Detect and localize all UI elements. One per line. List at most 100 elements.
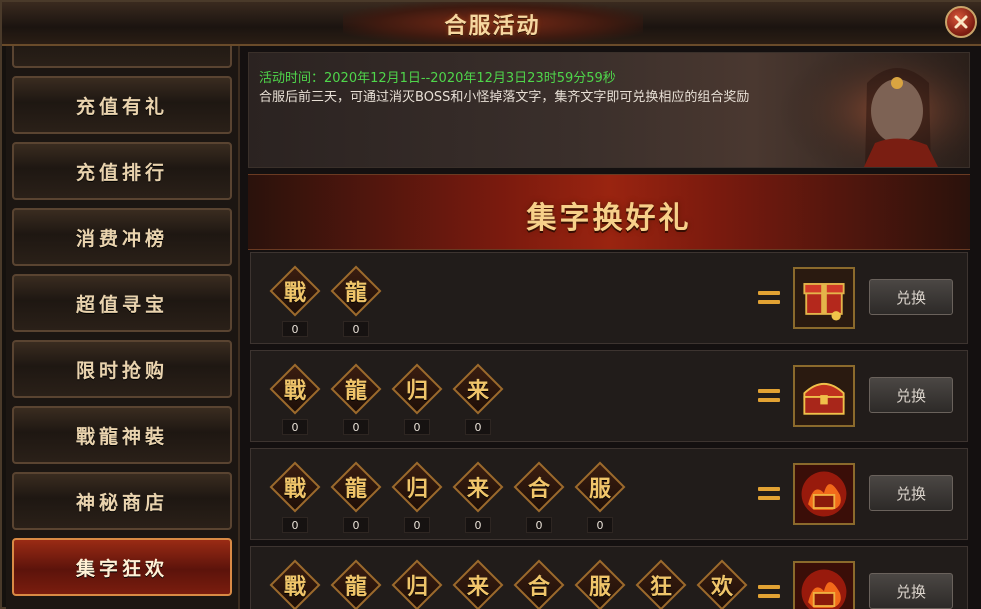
equals-icon: [758, 585, 780, 599]
exchange-row: 戰 龍 归 来 合 服 狂 欢 0 0 0 0 0 0 0 0: [250, 546, 968, 609]
sidebar-item-label: 集字狂欢: [75, 557, 168, 580]
word-char: 欢: [710, 575, 733, 600]
flaming-chest-icon: [795, 563, 853, 609]
flaming-chest-icon: [795, 465, 853, 523]
word-count: 0: [465, 517, 491, 533]
sidebar-item-dragon-gear[interactable]: 戰龍神裝: [12, 406, 232, 464]
red-gift-chest-icon: [795, 269, 853, 327]
word-tile: 狂: [635, 559, 687, 609]
word-tile: 来: [452, 363, 504, 415]
word-char: 戰: [283, 281, 306, 306]
word-char: 龍: [344, 379, 367, 404]
sidebar-item-mystery-shop[interactable]: 神秘商店: [12, 472, 232, 530]
word-tile: 龍: [330, 363, 382, 415]
reward-item[interactable]: [793, 463, 855, 525]
word-char: 服: [588, 477, 611, 502]
sidebar-item-collect-words[interactable]: 集字狂欢: [12, 538, 232, 596]
word-tile: 来: [452, 559, 504, 609]
exchange-button-label: 兑换: [895, 484, 926, 503]
close-button[interactable]: [945, 6, 977, 38]
word-tile: 欢: [696, 559, 748, 609]
word-char: 服: [588, 575, 611, 600]
golden-treasure-chest-icon: [795, 367, 853, 425]
word-char: 来: [466, 379, 489, 404]
event-window: 合服活动 充值有礼 充值排行 消费冲榜 超值寻宝 限时抢购 戰龍神裝 神秘商店 …: [0, 0, 981, 609]
sidebar-item-flash-sale[interactable]: 限时抢购: [12, 340, 232, 398]
exchange-button[interactable]: 兑换: [869, 573, 953, 609]
title-plate: 合服活动: [342, 2, 643, 44]
exchange-button-label: 兑换: [895, 582, 926, 601]
section-title: 集字换好礼: [526, 201, 692, 236]
word-tile: 戰: [269, 363, 321, 415]
exchange-button[interactable]: 兑换: [869, 377, 953, 413]
close-icon: [954, 15, 968, 29]
sidebar-item-label: 戰龍神裝: [75, 425, 168, 448]
word-count: 0: [404, 517, 430, 533]
word-char: 狂: [649, 575, 672, 600]
exchange-button-label: 兑换: [895, 386, 926, 405]
word-count: 0: [465, 419, 491, 435]
exchange-row: 戰 龍 归 来 合 服 0 0 0 0 0 0 兑换: [250, 448, 968, 540]
reward-item[interactable]: [793, 267, 855, 329]
word-count: 0: [404, 419, 430, 435]
sidebar-item-partial[interactable]: [12, 46, 232, 68]
word-tile: 服: [574, 461, 626, 513]
word-char: 戰: [283, 477, 306, 502]
word-char: 来: [466, 575, 489, 600]
sidebar-item-label: 充值排行: [75, 161, 168, 184]
exchange-button-label: 兑换: [895, 288, 926, 307]
word-tile: 来: [452, 461, 504, 513]
word-tile: 龍: [330, 461, 382, 513]
word-count: 0: [343, 321, 369, 337]
word-char: 归: [405, 477, 428, 502]
section-header: 集字换好礼: [248, 174, 970, 250]
sidebar: 充值有礼 充值排行 消费冲榜 超值寻宝 限时抢购 戰龍神裝 神秘商店 集字狂欢: [6, 46, 240, 609]
sidebar-item-label: 消费冲榜: [75, 227, 168, 250]
event-time: 活动时间：2020年12月1日--2020年12月3日23时59分59秒: [259, 71, 616, 86]
sidebar-item-recharge-rank[interactable]: 充值排行: [12, 142, 232, 200]
sidebar-item-label: 神秘商店: [75, 491, 168, 514]
word-tile: 归: [391, 461, 443, 513]
main-content: 活动时间：2020年12月1日--2020年12月3日23时59分59秒 合服后…: [240, 46, 981, 609]
sidebar-item-treasure-hunt[interactable]: 超值寻宝: [12, 274, 232, 332]
exchange-button[interactable]: 兑换: [869, 279, 953, 315]
word-char: 龍: [344, 281, 367, 306]
word-char: 龍: [344, 477, 367, 502]
exchange-button[interactable]: 兑换: [869, 475, 953, 511]
sidebar-item-spend-rank[interactable]: 消费冲榜: [12, 208, 232, 266]
exchange-row: 戰 龍 归 来 0 0 0 0 兑换: [250, 350, 968, 442]
word-tile: 合: [513, 559, 565, 609]
sidebar-item-label: 限时抢购: [75, 359, 168, 382]
equals-icon: [758, 487, 780, 501]
word-tile: 合: [513, 461, 565, 513]
equals-icon: [758, 291, 780, 305]
equals-icon: [758, 389, 780, 403]
reward-item[interactable]: [793, 365, 855, 427]
word-char: 归: [405, 575, 428, 600]
word-tile: 归: [391, 559, 443, 609]
word-tile: 归: [391, 363, 443, 415]
reward-item[interactable]: [793, 561, 855, 609]
word-tile: 戰: [269, 461, 321, 513]
window-title: 合服活动: [444, 14, 541, 39]
word-tile: 戰: [269, 559, 321, 609]
sidebar-item-recharge-gift[interactable]: 充值有礼: [12, 76, 232, 134]
word-count: 0: [343, 517, 369, 533]
word-char: 来: [466, 477, 489, 502]
heroine-portrait-image: [779, 53, 969, 167]
word-count: 0: [282, 517, 308, 533]
word-char: 戰: [283, 575, 306, 600]
word-tile: 戰: [269, 265, 321, 317]
word-count: 0: [282, 419, 308, 435]
word-char: 龍: [344, 575, 367, 600]
word-char: 戰: [283, 379, 306, 404]
word-count: 0: [343, 419, 369, 435]
word-char: 归: [405, 379, 428, 404]
word-count: 0: [526, 517, 552, 533]
word-count: 0: [587, 517, 613, 533]
exchange-row: 戰 龍 0 0 兑换: [250, 252, 968, 344]
word-count: 0: [282, 321, 308, 337]
word-tile: 龍: [330, 265, 382, 317]
sidebar-item-label: 超值寻宝: [75, 293, 168, 316]
word-tile: 龍: [330, 559, 382, 609]
